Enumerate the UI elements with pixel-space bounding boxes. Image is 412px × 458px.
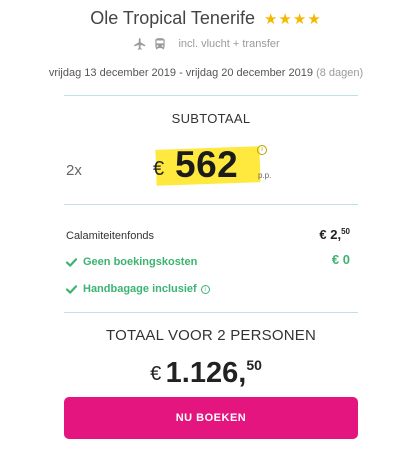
check-icon bbox=[65, 257, 78, 267]
bus-icon bbox=[155, 38, 166, 50]
benefit-label: Handbagage inclusief bbox=[83, 283, 197, 296]
plane-icon bbox=[134, 38, 146, 50]
calamity-fund-label: Calamiteitenfonds bbox=[66, 230, 155, 242]
travel-dates: vrijdag 13 december 2019 - vrijdag 20 de… bbox=[0, 67, 412, 79]
total-currency: € bbox=[150, 363, 162, 385]
subtotal-label: SUBTOTAAL bbox=[171, 111, 251, 126]
total-cents: 50 bbox=[246, 357, 262, 373]
benefit-hand-luggage: Handbagage inclusief i bbox=[65, 283, 210, 296]
star-rating-icon: ★★★★ bbox=[263, 11, 322, 28]
total-label: TOTAAL VOOR 2 PERSONEN bbox=[105, 327, 316, 344]
per-person-label: p.p. bbox=[258, 171, 272, 180]
total-price: € 1.126,50 bbox=[0, 357, 412, 390]
total-amount: 1.126, bbox=[165, 357, 247, 389]
transport-info: incl. vlucht + transfer bbox=[0, 37, 412, 51]
pax-count: 2x bbox=[66, 162, 82, 179]
calamity-fund-value: € 2,50 bbox=[319, 227, 350, 242]
divider bbox=[64, 204, 358, 205]
nights-count: (8 dagen) bbox=[316, 67, 364, 79]
benefit-label: Geen boekingskosten bbox=[83, 256, 198, 269]
price-info-icon[interactable]: i bbox=[257, 145, 267, 155]
date-range: vrijdag 13 december 2019 - vrijdag 20 de… bbox=[48, 67, 313, 79]
check-icon bbox=[65, 284, 78, 294]
hotel-title: Ole Tropical Tenerife ★★★★ bbox=[0, 8, 412, 29]
price-currency: € bbox=[153, 158, 165, 180]
hotel-name: Ole Tropical Tenerife bbox=[90, 8, 255, 28]
price-per-person: 562 bbox=[175, 144, 239, 185]
booking-costs-value: € 0 bbox=[331, 252, 350, 267]
divider bbox=[64, 95, 358, 96]
divider bbox=[64, 312, 358, 313]
benefit-no-booking-costs: Geen boekingskosten bbox=[65, 256, 198, 269]
transport-text: incl. vlucht + transfer bbox=[178, 38, 280, 50]
book-now-button[interactable]: NU BOEKEN bbox=[64, 397, 358, 439]
hand-luggage-info-icon[interactable]: i bbox=[200, 284, 210, 294]
